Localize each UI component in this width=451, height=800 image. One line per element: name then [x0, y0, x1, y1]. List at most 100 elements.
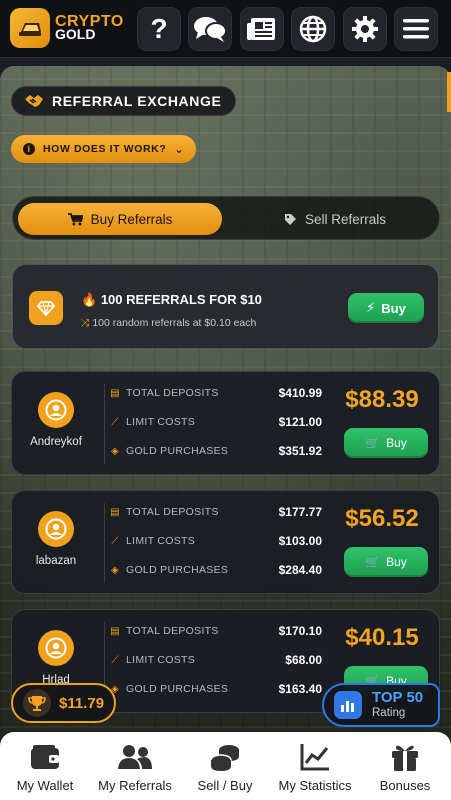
balance-pill[interactable]: $11.79 — [11, 683, 116, 723]
row-limit-costs: ⟋ LIMIT COSTS $68.00 — [108, 650, 322, 670]
cart-plus-icon: 🛒 — [365, 555, 381, 569]
chat-icon — [194, 17, 227, 42]
scroll-indicator — [447, 72, 451, 112]
buy-label: Buy — [386, 555, 407, 569]
offer-subtitle: ⤨ 100 random referrals at $0.10 each — [81, 317, 256, 330]
top-bar: CRYPTO GOLD ? — [0, 0, 451, 58]
avatar-icon — [38, 392, 74, 428]
avatar-icon — [38, 511, 74, 547]
offer-title: 🔥 100 REFERRALS FOR $10 — [81, 292, 262, 308]
cart-plus-icon: 🛒 — [365, 436, 381, 450]
offer-subtitle-text: 100 random referrals at $0.10 each — [92, 317, 257, 329]
limit-costs-value: $103.00 — [278, 534, 322, 548]
trophy-icon — [23, 689, 51, 717]
chat-button[interactable] — [188, 7, 232, 51]
rating-title: TOP 50 — [372, 689, 424, 706]
help-button[interactable]: ? — [137, 7, 181, 51]
row-total-deposits: ▤ TOTAL DEPOSITS $177.77 — [108, 502, 322, 522]
menu-icon — [403, 19, 429, 39]
users-icon — [90, 740, 180, 774]
coins-icon — [180, 740, 270, 774]
how-it-works-button[interactable]: i HOW DOES IT WORK? ⌄ — [11, 135, 197, 163]
trend-icon: ⟋ — [111, 535, 119, 547]
news-button[interactable] — [240, 7, 284, 51]
referral-price: $56.52 — [345, 505, 419, 532]
handshake-icon — [25, 95, 43, 107]
coins-icon: ▤ — [110, 387, 120, 399]
limit-costs-value: $68.00 — [285, 653, 322, 667]
row-label: GOLD PURCHASES — [126, 564, 229, 576]
bulk-offer-card: 🔥 100 REFERRALS FOR $10 ⤨ 100 random ref… — [12, 264, 439, 349]
trend-icon: ⟋ — [111, 654, 119, 666]
nav-sell-buy[interactable]: Sell / Buy — [180, 740, 270, 800]
language-button[interactable] — [291, 7, 335, 51]
avatar-icon — [38, 630, 74, 666]
referral-buy-button[interactable]: 🛒 Buy — [344, 547, 428, 577]
fire-icon: 🔥 — [81, 292, 98, 307]
box-icon: ◈ — [111, 445, 119, 457]
nav-label: Sell / Buy — [197, 778, 253, 793]
row-label: GOLD PURCHASES — [126, 445, 229, 457]
limit-costs-value: $121.00 — [278, 415, 322, 429]
settings-button[interactable] — [343, 7, 387, 51]
buy-label: Buy — [386, 436, 407, 450]
card-divider — [104, 503, 105, 583]
wallet-icon — [0, 740, 90, 774]
tab-buy-label: Buy Referrals — [90, 211, 173, 227]
gold-bar-icon — [10, 8, 50, 48]
row-gold-purchases: ◈ GOLD PURCHASES $284.40 — [108, 560, 322, 580]
chart-icon — [270, 740, 360, 774]
info-icon: i — [23, 143, 35, 155]
referral-username: labazan — [35, 555, 77, 567]
news-icon — [247, 18, 275, 40]
row-limit-costs: ⟋ LIMIT COSTS $121.00 — [108, 412, 322, 432]
row-label: TOTAL DEPOSITS — [126, 506, 219, 518]
nav-label: Bonuses — [379, 778, 431, 793]
diamond-icon — [29, 291, 63, 325]
bolt-icon: ⚡ — [366, 300, 376, 315]
offer-buy-label: Buy — [381, 300, 406, 316]
coins-icon: ▤ — [110, 506, 120, 518]
nav-my-statistics[interactable]: My Statistics — [270, 740, 360, 800]
row-label: TOTAL DEPOSITS — [126, 625, 219, 637]
menu-button[interactable] — [394, 7, 438, 51]
referral-username: Andreykof — [30, 436, 82, 448]
gold-purchases-value: $351.92 — [278, 444, 322, 458]
rating-pill[interactable]: TOP 50 Rating — [322, 683, 440, 727]
gift-icon — [360, 740, 450, 774]
card-divider — [104, 384, 105, 464]
nav-label: My Referrals — [98, 778, 172, 793]
tab-sell-referrals[interactable]: Sell Referrals — [233, 203, 437, 235]
nav-bonuses[interactable]: Bonuses — [360, 740, 450, 800]
help-icon: ? — [150, 13, 168, 44]
box-icon: ◈ — [111, 564, 119, 576]
nav-my-referrals[interactable]: My Referrals — [90, 740, 180, 800]
row-gold-purchases: ◈ GOLD PURCHASES $351.92 — [108, 441, 322, 461]
tab-sell-label: Sell Referrals — [304, 211, 387, 227]
total-deposits-value: $410.99 — [278, 386, 322, 400]
rating-subtitle: Rating — [372, 707, 406, 719]
shuffle-icon: ⤨ — [81, 317, 90, 329]
nav-my-wallet[interactable]: My Wallet — [0, 740, 90, 800]
referral-card: Andreykof ▤ TOTAL DEPOSITS $410.99 ⟋ LIM… — [11, 371, 440, 475]
offer-buy-button[interactable]: ⚡ Buy — [348, 293, 424, 323]
row-label: LIMIT COSTS — [126, 535, 196, 547]
section-title: REFERRAL EXCHANGE — [11, 86, 237, 116]
row-total-deposits: ▤ TOTAL DEPOSITS $170.10 — [108, 621, 322, 641]
how-it-works-label: HOW DOES IT WORK? — [43, 143, 167, 155]
referral-price: $88.39 — [345, 386, 419, 413]
referral-buy-button[interactable]: 🛒 Buy — [344, 428, 428, 458]
row-gold-purchases: ◈ GOLD PURCHASES $163.40 — [108, 679, 322, 699]
row-limit-costs: ⟋ LIMIT COSTS $103.00 — [108, 531, 322, 551]
gold-purchases-value: $284.40 — [278, 563, 322, 577]
coins-icon: ▤ — [110, 625, 120, 637]
row-label: LIMIT COSTS — [126, 416, 196, 428]
chevron-down-icon: ⌄ — [174, 143, 185, 156]
cart-icon — [67, 212, 83, 225]
tab-buy-referrals[interactable]: Buy Referrals — [18, 203, 222, 235]
brand-logo[interactable]: CRYPTO GOLD — [10, 8, 124, 48]
row-total-deposits: ▤ TOTAL DEPOSITS $410.99 — [108, 383, 322, 403]
row-label: TOTAL DEPOSITS — [126, 387, 219, 399]
trend-icon: ⟋ — [111, 416, 119, 428]
buy-sell-switch: Buy Referrals Sell Referrals — [12, 196, 440, 240]
